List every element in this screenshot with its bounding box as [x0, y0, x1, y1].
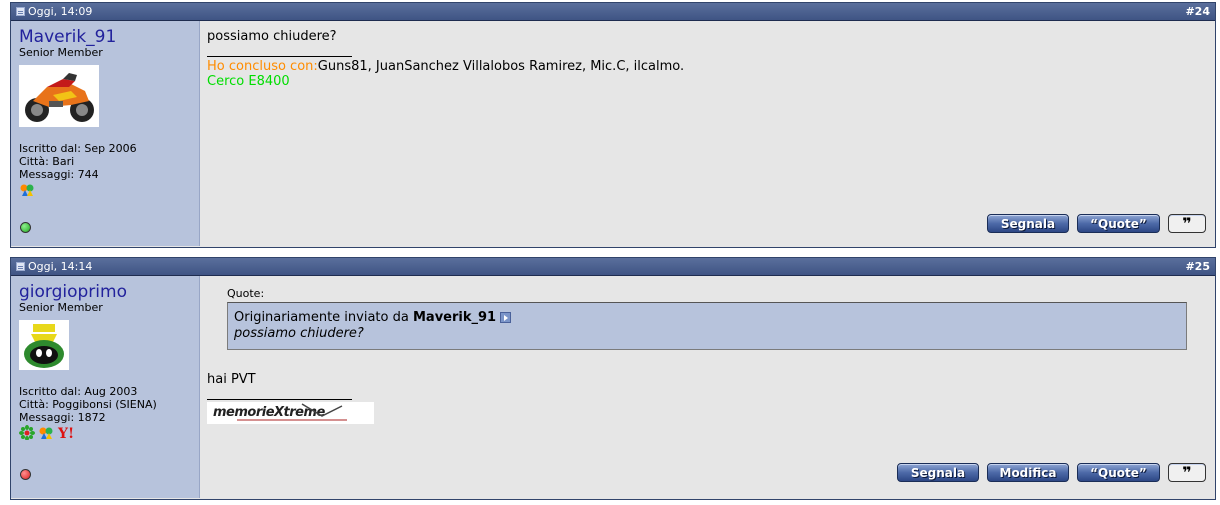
user-title: Senior Member — [19, 301, 103, 314]
quote-button[interactable]: “Quote” — [1077, 463, 1160, 482]
quote-button[interactable]: “Quote” — [1077, 214, 1160, 233]
join-date: Iscritto dal: Sep 2006 — [19, 142, 137, 155]
post-number-link[interactable]: #25 — [1185, 260, 1210, 273]
post-24: Oggi, 14:09 #24 Maverik_91 Senior Member — [10, 2, 1216, 248]
post-date: Oggi, 14:09 — [28, 5, 93, 18]
user-title: Senior Member — [19, 46, 103, 59]
post-document-icon — [16, 7, 25, 16]
quote-author: Maverik_91 — [412, 310, 497, 325]
signature-banner: memorieXtreme — [207, 402, 1208, 428]
signature-trade-list: Guns81, JuanSanchez Villalobos Ramirez, … — [317, 59, 685, 74]
post-controls: Segnala “Quote” ❞ — [987, 214, 1206, 233]
report-button[interactable]: Segnala — [897, 463, 979, 482]
username-link[interactable]: Maverik_91 — [19, 28, 191, 46]
signature-divider — [207, 399, 352, 400]
msn-icon[interactable] — [19, 182, 35, 197]
post-25: Oggi, 14:14 #25 giorgioprimo Senior Memb… — [10, 257, 1216, 500]
post-header: Oggi, 14:14 #25 — [11, 258, 1215, 276]
motorcycle-avatar-icon — [19, 65, 99, 127]
edit-button[interactable]: Modifica — [987, 463, 1069, 482]
post-number-link[interactable]: #24 — [1185, 5, 1210, 18]
user-city: Città: Poggibonsi (SIENA) — [19, 398, 157, 411]
quote-marks-icon: ❞ — [1182, 214, 1192, 233]
msn-icon[interactable] — [38, 425, 54, 440]
svg-text:Y!: Y! — [57, 426, 73, 440]
post-count: Messaggi: 744 — [19, 168, 99, 181]
avatar — [19, 65, 191, 130]
quote-text: possiamo chiudere? — [234, 326, 364, 341]
yahoo-icon[interactable]: Y! — [57, 425, 73, 440]
multi-quote-button[interactable]: ❞ — [1168, 463, 1206, 482]
post-document-icon — [16, 262, 25, 271]
marvin-martian-avatar-icon — [19, 320, 69, 370]
online-status-icon — [20, 222, 31, 233]
report-button[interactable]: Segnala — [987, 214, 1069, 233]
post-date: Oggi, 14:14 — [28, 260, 93, 273]
signature-trade-label: Ho concluso con: — [207, 59, 318, 74]
post-count: Messaggi: 1872 — [19, 411, 106, 424]
multi-quote-button[interactable]: ❞ — [1168, 214, 1206, 233]
post-message: possiamo chiudere? Ho concluso con:Guns8… — [200, 21, 1215, 246]
icq-icon[interactable] — [19, 425, 35, 440]
quote-label: Quote: — [227, 287, 265, 300]
username-link[interactable]: giorgioprimo — [19, 283, 191, 301]
quote-marks-icon: ❞ — [1182, 463, 1192, 482]
signature: Ho concluso con:Guns81, JuanSanchez Vill… — [207, 59, 1208, 74]
user-info-panel: giorgioprimo Senior Member Iscritto dal:… — [11, 276, 200, 498]
user-info-panel: Maverik_91 Senior Member Iscritto dal: S… — [11, 21, 200, 246]
offline-status-icon — [20, 469, 31, 480]
post-controls: Segnala Modifica “Quote” ❞ — [897, 463, 1206, 482]
user-city: Città: Bari — [19, 155, 75, 168]
view-post-arrow-icon[interactable] — [500, 312, 512, 323]
memorie-xtreme-banner-logo: memorieXtreme — [207, 402, 374, 424]
quote-intro: Originariamente inviato da — [234, 310, 409, 325]
message-text: possiamo chiudere? — [207, 29, 337, 44]
quote-box: Originariamente inviato da Maverik_91 po… — [227, 302, 1187, 350]
signature-search: Cerco E8400 — [207, 74, 290, 89]
post-header: Oggi, 14:09 #24 — [11, 3, 1215, 21]
avatar — [19, 320, 191, 373]
post-message: Quote: Originariamente inviato da Maveri… — [200, 276, 1215, 498]
signature-divider — [207, 56, 352, 57]
join-date: Iscritto dal: Aug 2003 — [19, 385, 138, 398]
message-text: hai PVT — [207, 372, 256, 387]
